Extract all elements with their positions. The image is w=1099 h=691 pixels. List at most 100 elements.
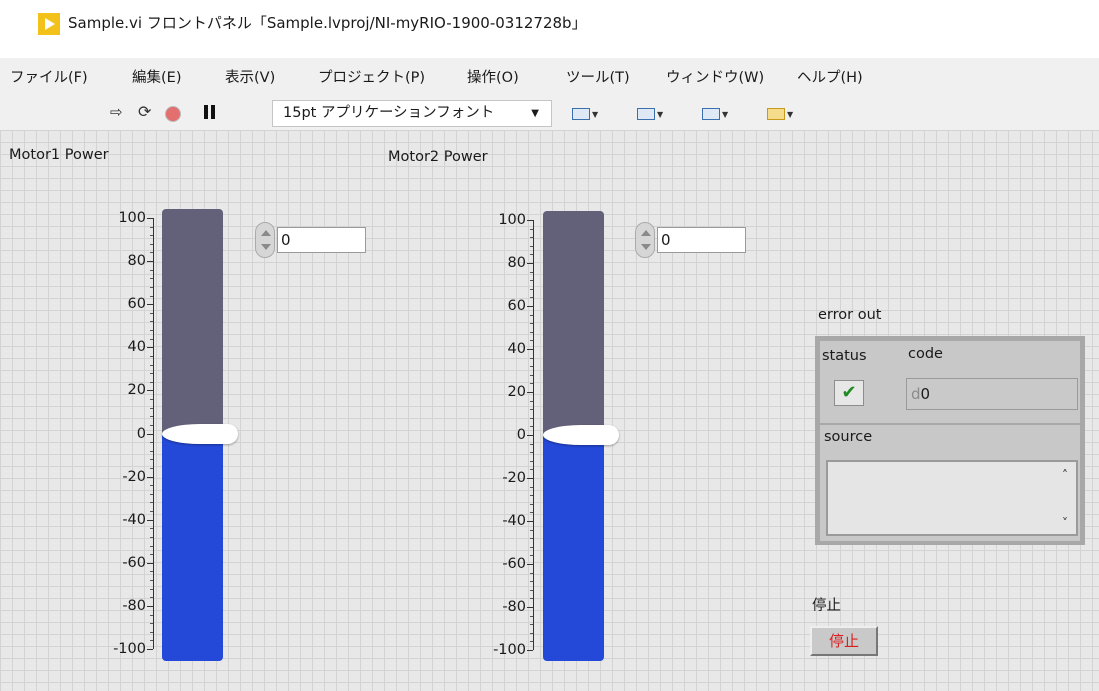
scale-tick-label: -20 bbox=[502, 470, 526, 486]
motor1-slider-track[interactable] bbox=[162, 209, 223, 434]
scale-minor-tick bbox=[530, 512, 533, 513]
scale-minor-tick bbox=[530, 418, 533, 419]
scale-tick-label: 40 bbox=[127, 339, 146, 355]
motor2-slider-thumb[interactable] bbox=[543, 425, 619, 445]
font-selector-value: 15pt アプリケーションフォント bbox=[283, 105, 495, 121]
scale-minor-tick bbox=[530, 530, 533, 531]
scale-minor-tick bbox=[150, 451, 153, 452]
scale-minor-tick bbox=[530, 538, 533, 539]
scale-minor-tick bbox=[150, 554, 153, 555]
scale-minor-tick bbox=[530, 581, 533, 582]
scale-major-tick bbox=[527, 435, 533, 436]
scale-minor-tick bbox=[150, 416, 153, 417]
motor1-numeric-input[interactable]: 0 bbox=[277, 227, 366, 253]
run-continuously-icon[interactable]: ⟳ bbox=[138, 104, 151, 120]
scale-minor-tick bbox=[150, 528, 153, 529]
scale-tick-label: -80 bbox=[122, 598, 146, 614]
reorder-icon[interactable]: ▼ bbox=[767, 106, 793, 122]
scale-major-tick bbox=[527, 607, 533, 608]
scale-tick-label: 100 bbox=[118, 210, 146, 226]
scale-minor-tick bbox=[150, 468, 153, 469]
scale-minor-tick bbox=[150, 330, 153, 331]
code-field[interactable]: d0 bbox=[906, 378, 1078, 410]
scale-minor-tick bbox=[150, 339, 153, 340]
stop-button[interactable]: 停止 bbox=[810, 626, 878, 656]
scale-minor-tick bbox=[530, 323, 533, 324]
scale-minor-tick bbox=[530, 555, 533, 556]
menu-file[interactable]: ファイル(F) bbox=[10, 66, 88, 87]
scale-minor-tick bbox=[530, 598, 533, 599]
scale-tick-label: 40 bbox=[507, 341, 526, 357]
scale-minor-tick bbox=[150, 511, 153, 512]
scale-minor-tick bbox=[150, 278, 153, 279]
scale-minor-tick bbox=[150, 632, 153, 633]
motor1-slider-fill[interactable] bbox=[162, 434, 223, 661]
scale-minor-tick bbox=[150, 640, 153, 641]
scale-minor-tick bbox=[150, 252, 153, 253]
scale-minor-tick bbox=[150, 485, 153, 486]
scale-minor-tick bbox=[150, 580, 153, 581]
scale-minor-tick bbox=[530, 633, 533, 634]
scale-minor-tick bbox=[530, 280, 533, 281]
scale-tick-label: 20 bbox=[507, 384, 526, 400]
menu-help[interactable]: ヘルプ(H) bbox=[797, 66, 863, 87]
scale-minor-tick bbox=[530, 297, 533, 298]
scale-minor-tick bbox=[150, 365, 153, 366]
scale-tick-label: 100 bbox=[498, 212, 526, 228]
increment-decrement-icon[interactable] bbox=[635, 222, 655, 258]
scale-axis-line bbox=[533, 220, 534, 650]
abort-execution-icon[interactable] bbox=[165, 106, 181, 122]
increment-decrement-icon[interactable] bbox=[255, 222, 275, 258]
scale-major-tick bbox=[147, 390, 153, 391]
scale-minor-tick bbox=[530, 469, 533, 470]
status-check-icon[interactable]: ✔ bbox=[834, 380, 864, 406]
scale-minor-tick bbox=[150, 546, 153, 547]
scale-tick-label: 20 bbox=[127, 382, 146, 398]
scale-major-tick bbox=[527, 263, 533, 264]
motor2-slider-fill[interactable] bbox=[543, 435, 604, 661]
scale-major-tick bbox=[527, 564, 533, 565]
scale-minor-tick bbox=[150, 356, 153, 357]
motor1-numeric[interactable]: 0 bbox=[255, 222, 370, 258]
pause-icon[interactable] bbox=[204, 105, 216, 119]
distribute-objects-icon[interactable]: ▼ bbox=[637, 106, 663, 122]
menu-tools[interactable]: ツール(T) bbox=[566, 66, 630, 87]
scale-major-tick bbox=[527, 478, 533, 479]
scale-minor-tick bbox=[530, 641, 533, 642]
align-objects-icon[interactable]: ▼ bbox=[572, 106, 598, 122]
scale-tick-label: 60 bbox=[127, 296, 146, 312]
font-selector[interactable]: 15pt アプリケーションフォント ▼ bbox=[272, 100, 552, 127]
title-bar: Sample.vi フロントパネル「Sample.lvproj/NI-myRIO… bbox=[0, 0, 1099, 48]
scale-major-tick bbox=[527, 306, 533, 307]
scale-minor-tick bbox=[530, 246, 533, 247]
scale-tick-label: 0 bbox=[516, 427, 526, 443]
radix-indicator: d bbox=[911, 385, 921, 403]
scale-minor-tick bbox=[530, 383, 533, 384]
scale-minor-tick bbox=[150, 244, 153, 245]
motor2-numeric-input[interactable]: 0 bbox=[657, 227, 746, 253]
scale-minor-tick bbox=[530, 366, 533, 367]
motor2-slider-track[interactable] bbox=[543, 211, 604, 435]
source-field[interactable]: ˄ ˅ bbox=[826, 460, 1078, 536]
code-label: code bbox=[908, 346, 943, 362]
scale-minor-tick bbox=[150, 589, 153, 590]
scale-tick-label: 80 bbox=[127, 253, 146, 269]
run-icon[interactable]: ⇨ bbox=[110, 104, 123, 120]
scale-minor-tick bbox=[150, 287, 153, 288]
motor2-numeric[interactable]: 0 bbox=[635, 222, 750, 258]
resize-objects-icon[interactable]: ▼ bbox=[702, 106, 728, 122]
scale-tick-label: 60 bbox=[507, 298, 526, 314]
menu-view[interactable]: 表示(V) bbox=[225, 66, 275, 87]
menu-window[interactable]: ウィンドウ(W) bbox=[666, 66, 764, 87]
menu-project[interactable]: プロジェクト(P) bbox=[318, 66, 425, 87]
menu-edit[interactable]: 編集(E) bbox=[132, 66, 181, 87]
menu-operate[interactable]: 操作(O) bbox=[467, 66, 519, 87]
scale-minor-tick bbox=[530, 487, 533, 488]
scale-major-tick bbox=[147, 218, 153, 219]
motor1-slider-thumb[interactable] bbox=[162, 424, 238, 444]
scroll-down-icon[interactable]: ˅ bbox=[1062, 516, 1068, 530]
scale-tick-label: 0 bbox=[136, 426, 146, 442]
scroll-up-icon[interactable]: ˄ bbox=[1062, 468, 1068, 482]
scale-major-tick bbox=[147, 520, 153, 521]
scale-minor-tick bbox=[150, 425, 153, 426]
